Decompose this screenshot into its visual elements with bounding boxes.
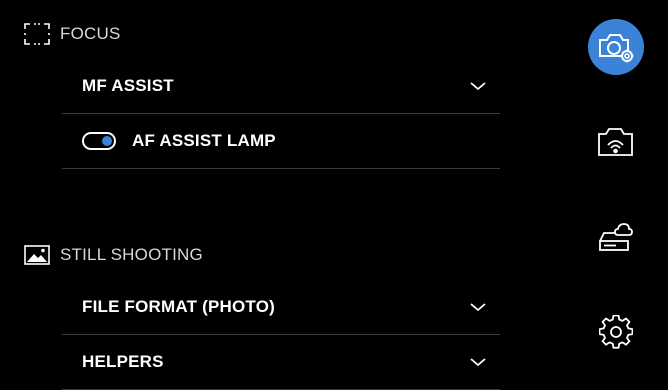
section-header-focus: FOCUS [24,20,121,48]
focus-bracket-icon [24,23,50,45]
nav-cloud-storage-button[interactable] [588,209,644,265]
af-assist-lamp-toggle[interactable] [82,132,116,150]
setting-row-mf-assist[interactable]: MF ASSIST [62,59,500,114]
setting-label-af-assist-lamp: AF ASSIST LAMP [132,131,276,150]
section-header-still-shooting: STILL SHOOTING [24,241,203,269]
nav-camera-wireless-button[interactable] [588,114,644,170]
chevron-down-icon [470,303,486,312]
chevron-down-icon [470,82,486,91]
section-title-still-shooting: STILL SHOOTING [60,245,203,264]
chevron-down-icon [470,358,486,367]
toggle-knob [102,136,112,146]
camera-settings-icon [599,34,634,63]
camera-wireless-icon [598,128,633,156]
setting-label-file-format-photo: FILE FORMAT (PHOTO) [82,297,275,316]
setting-row-af-assist-lamp[interactable]: AF ASSIST LAMP [62,114,500,169]
setting-row-helpers[interactable]: HELPERS [62,335,500,390]
image-icon [24,244,50,266]
setting-label-mf-assist: MF ASSIST [82,76,174,95]
setting-label-helpers: HELPERS [82,352,164,371]
section-title-focus: FOCUS [60,24,121,43]
cloud-storage-icon [599,223,633,251]
nav-settings-button[interactable] [588,304,644,360]
setting-row-file-format-photo[interactable]: FILE FORMAT (PHOTO) [62,280,500,335]
gear-icon [599,315,633,349]
nav-camera-settings-button[interactable] [588,19,644,75]
